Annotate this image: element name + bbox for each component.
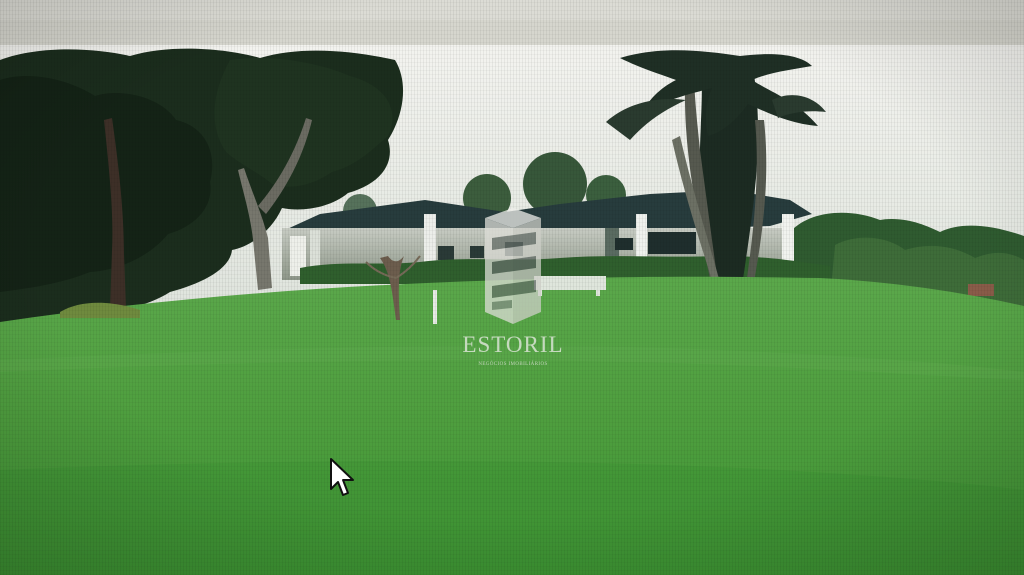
estoril-watermark: ESTORIL NEGÓCIOS IMOBILIÁRIOS xyxy=(454,208,572,374)
watermark-name: ESTORIL xyxy=(462,332,564,357)
mouse-pointer-icon xyxy=(330,458,354,496)
building-logo-icon xyxy=(485,208,541,324)
photo-frame: ESTORIL NEGÓCIOS IMOBILIÁRIOS xyxy=(0,0,1024,575)
watermark-tagline: NEGÓCIOS IMOBILIÁRIOS xyxy=(478,362,548,367)
